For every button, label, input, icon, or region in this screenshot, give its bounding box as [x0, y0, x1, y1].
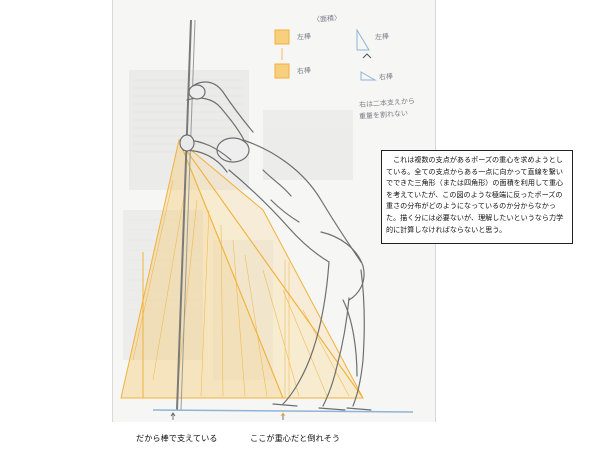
caption-arrows	[170, 412, 286, 420]
legend-right-area: 右棒	[296, 66, 312, 76]
explanation-text: これは複数の支点があるポーズの重心を求めようとしている。全ての支点からある一点に…	[386, 155, 564, 234]
caption-center-of-gravity: ここが重心だと倒れそう	[250, 433, 341, 443]
legend-left-stick: 左棒	[374, 32, 390, 42]
area-legend	[274, 28, 377, 81]
explanation-note: これは複数の支点があるポーズの重心を求めようとしている。全ての支点からある一点に…	[381, 150, 573, 244]
legend-right-stick: 右棒	[378, 72, 394, 82]
caption-stick-support: だから棒で支えている	[136, 433, 218, 443]
legend-left-area: 左棒	[296, 32, 312, 42]
ground-line	[152, 409, 414, 413]
legend-header: 〈面積〉	[312, 14, 342, 24]
